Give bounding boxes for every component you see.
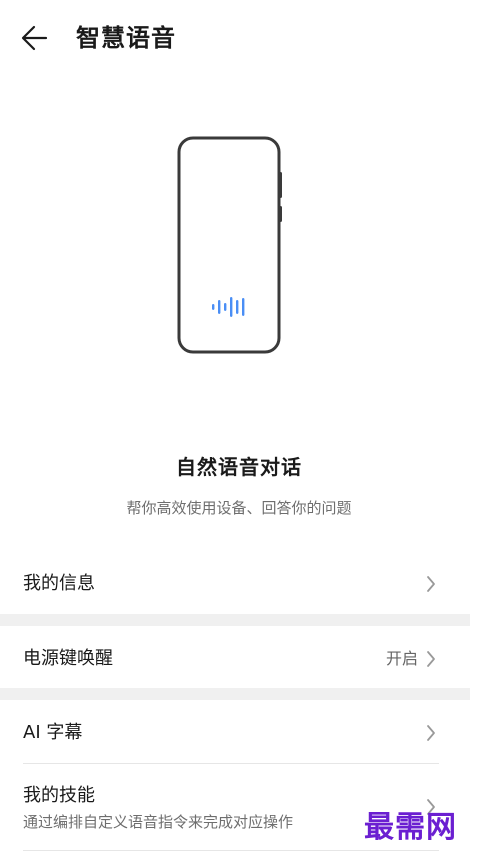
hero-subtitle: 帮你高效使用设备、回答你的问题 — [126, 499, 352, 517]
power-key-wake-label: 电源键唤醒 — [23, 648, 113, 669]
power-key-wake-value: 开启 — [385, 649, 418, 668]
phone-illustration — [177, 136, 282, 354]
hero-title: 自然语音对话 — [176, 455, 302, 479]
header: 智慧语音 — [0, 0, 478, 76]
watermark: 最需网 — [364, 810, 457, 845]
section-gap — [0, 688, 470, 700]
row-divider — [23, 850, 439, 851]
ai-subtitles-row[interactable]: AI 字幕 — [0, 706, 470, 762]
chevron-right-icon — [427, 576, 435, 592]
page-title: 智慧语音 — [76, 24, 176, 52]
power-key-wake-row[interactable]: 电源键唤醒 开启 — [0, 632, 470, 688]
hero-illustration — [0, 120, 478, 380]
my-info-label: 我的信息 — [23, 573, 95, 594]
chevron-right-icon — [427, 725, 435, 741]
back-button[interactable] — [18, 20, 58, 56]
my-skills-label: 我的技能 — [23, 785, 95, 806]
chevron-right-icon — [427, 651, 435, 667]
arrow-left-icon — [21, 25, 48, 51]
my-info-row[interactable]: 我的信息 — [0, 560, 470, 614]
section-gap — [0, 614, 470, 626]
my-skills-subtitle: 通过编排自定义语音指令来完成对应操作 — [23, 813, 294, 831]
ai-subtitles-label: AI 字幕 — [23, 722, 83, 743]
